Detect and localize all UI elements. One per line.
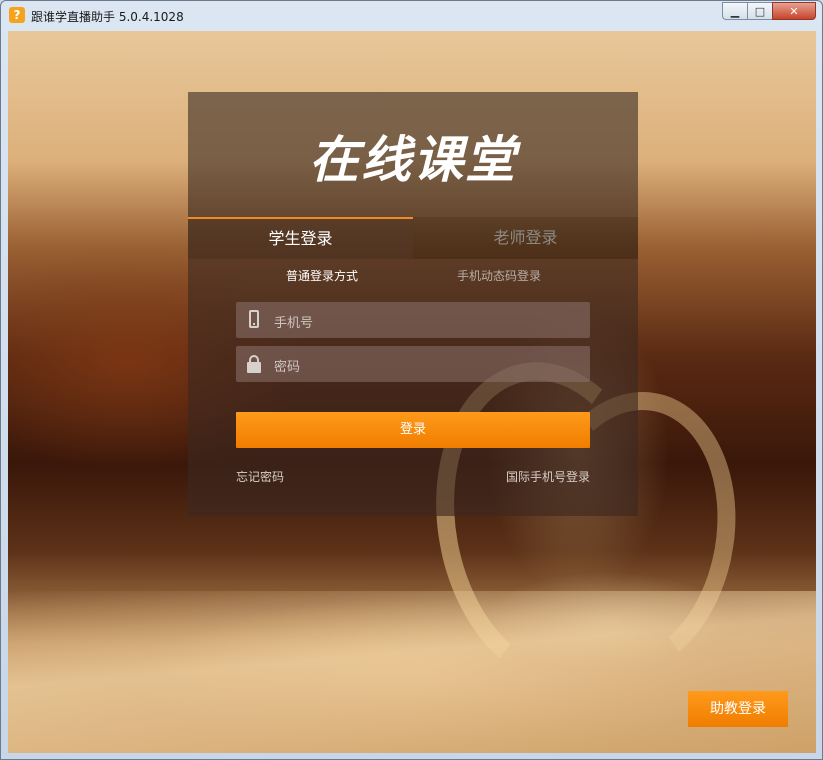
app-icon: ? (9, 7, 25, 23)
online-classroom-logo: 在线课堂 (309, 131, 517, 189)
logo-area: 在线课堂 (188, 92, 638, 217)
lock-icon (246, 354, 264, 374)
forgot-password-link[interactable]: 忘记密码 (236, 468, 284, 485)
password-placeholder: 密码 (274, 360, 301, 375)
close-button[interactable]: ✕ (772, 2, 816, 20)
phone-field[interactable]: 手机号 (236, 302, 590, 338)
tab-teacher-login[interactable]: 老师登录 (413, 217, 638, 259)
app-window: ? 跟谁学直播助手 5.0.4.1028 ▁ □ ✕ 在线课堂 学生登录 老师登… (0, 0, 823, 760)
sms-code-login-mode[interactable]: 手机动态码登录 (457, 267, 541, 284)
window-controls: ▁ □ ✕ (722, 2, 816, 21)
login-tabs: 学生登录 老师登录 (188, 217, 638, 259)
window-title: 跟谁学直播助手 5.0.4.1028 (31, 10, 184, 24)
minimize-button[interactable]: ▁ (722, 2, 748, 20)
international-phone-login-link[interactable]: 国际手机号登录 (506, 468, 590, 485)
tab-student-login[interactable]: 学生登录 (188, 217, 413, 259)
login-background: 在线课堂 学生登录 老师登录 普通登录方式 手机动态码登录 手机号 密码 登录 … (8, 31, 816, 753)
book-pages (8, 591, 816, 753)
maximize-button[interactable]: □ (747, 2, 773, 20)
login-panel: 在线课堂 学生登录 老师登录 普通登录方式 手机动态码登录 手机号 密码 登录 … (188, 92, 638, 516)
login-button[interactable]: 登录 (236, 412, 590, 448)
phone-icon (246, 310, 264, 330)
login-form: 普通登录方式 手机动态码登录 手机号 密码 登录 忘记密码 国际手机号登录 (188, 259, 638, 516)
title-bar[interactable]: ? 跟谁学直播助手 5.0.4.1028 ▁ □ ✕ (1, 1, 822, 31)
normal-login-mode[interactable]: 普通登录方式 (286, 267, 358, 284)
phone-placeholder: 手机号 (274, 316, 314, 331)
password-field[interactable]: 密码 (236, 346, 590, 382)
assistant-login-button[interactable]: 助教登录 (688, 691, 788, 727)
